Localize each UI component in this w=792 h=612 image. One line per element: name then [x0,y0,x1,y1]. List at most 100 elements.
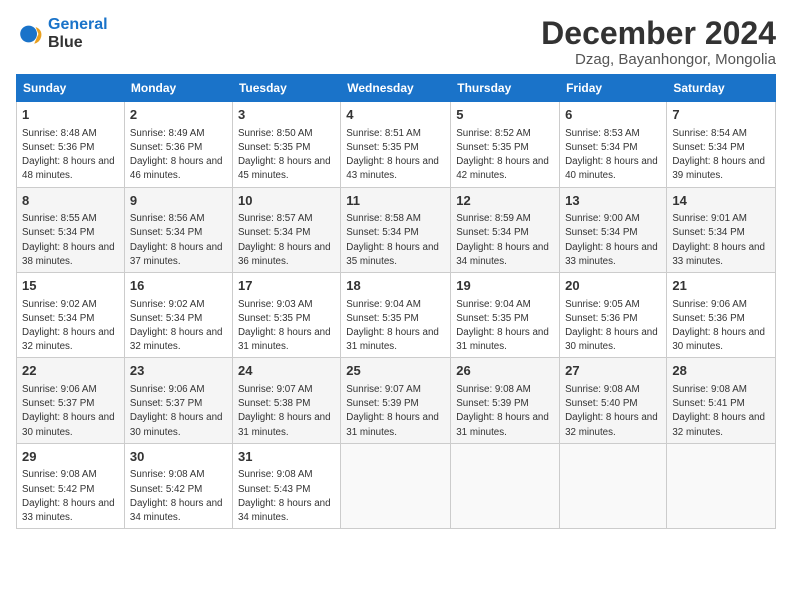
calendar-cell-w5-d4 [451,443,560,528]
header: General Blue December 2024 Dzag, Bayanho… [16,16,776,68]
calendar-cell-w2-d0: 8 Sunrise: 8:55 AMSunset: 5:34 PMDayligh… [17,187,125,272]
day-detail: Sunrise: 9:03 AMSunset: 5:35 PMDaylight:… [238,299,331,353]
day-number: 31 [238,448,335,466]
day-number: 13 [565,192,661,210]
day-number: 7 [672,106,770,124]
day-number: 8 [22,192,119,210]
logo: General Blue [16,16,108,51]
day-detail: Sunrise: 9:07 AMSunset: 5:39 PMDaylight:… [346,384,439,438]
header-wednesday: Wednesday [341,75,451,102]
day-number: 9 [130,192,227,210]
logo-icon [16,20,44,48]
calendar-week-2: 8 Sunrise: 8:55 AMSunset: 5:34 PMDayligh… [17,187,776,272]
day-number: 21 [672,277,770,295]
day-detail: Sunrise: 9:08 AMSunset: 5:41 PMDaylight:… [672,384,765,438]
day-detail: Sunrise: 9:02 AMSunset: 5:34 PMDaylight:… [130,299,223,353]
calendar-cell-w3-d3: 18 Sunrise: 9:04 AMSunset: 5:35 PMDaylig… [341,273,451,358]
day-detail: Sunrise: 9:04 AMSunset: 5:35 PMDaylight:… [456,299,549,353]
calendar-cell-w4-d0: 22 Sunrise: 9:06 AMSunset: 5:37 PMDaylig… [17,358,125,443]
calendar-cell-w2-d6: 14 Sunrise: 9:01 AMSunset: 5:34 PMDaylig… [667,187,776,272]
day-number: 26 [456,362,554,380]
day-number: 5 [456,106,554,124]
calendar-cell-w1-d1: 2 Sunrise: 8:49 AMSunset: 5:36 PMDayligh… [124,102,232,187]
calendar-cell-w5-d5 [560,443,667,528]
day-detail: Sunrise: 9:00 AMSunset: 5:34 PMDaylight:… [565,213,658,267]
day-detail: Sunrise: 8:59 AMSunset: 5:34 PMDaylight:… [456,213,549,267]
calendar-cell-w1-d2: 3 Sunrise: 8:50 AMSunset: 5:35 PMDayligh… [232,102,340,187]
calendar-week-3: 15 Sunrise: 9:02 AMSunset: 5:34 PMDaylig… [17,273,776,358]
day-detail: Sunrise: 8:53 AMSunset: 5:34 PMDaylight:… [565,128,658,182]
day-detail: Sunrise: 8:48 AMSunset: 5:36 PMDaylight:… [22,128,115,182]
calendar-cell-w3-d0: 15 Sunrise: 9:02 AMSunset: 5:34 PMDaylig… [17,273,125,358]
calendar-cell-w1-d6: 7 Sunrise: 8:54 AMSunset: 5:34 PMDayligh… [667,102,776,187]
calendar-cell-w5-d2: 31 Sunrise: 9:08 AMSunset: 5:43 PMDaylig… [232,443,340,528]
calendar-cell-w3-d6: 21 Sunrise: 9:06 AMSunset: 5:36 PMDaylig… [667,273,776,358]
day-detail: Sunrise: 9:01 AMSunset: 5:34 PMDaylight:… [672,213,765,267]
title-block: December 2024 Dzag, Bayanhongor, Mongoli… [541,16,776,68]
day-number: 29 [22,448,119,466]
calendar-header-row: Sunday Monday Tuesday Wednesday Thursday… [17,75,776,102]
calendar-cell-w2-d4: 12 Sunrise: 8:59 AMSunset: 5:34 PMDaylig… [451,187,560,272]
calendar-cell-w3-d5: 20 Sunrise: 9:05 AMSunset: 5:36 PMDaylig… [560,273,667,358]
calendar-cell-w5-d3 [341,443,451,528]
calendar-cell-w1-d0: 1 Sunrise: 8:48 AMSunset: 5:36 PMDayligh… [17,102,125,187]
day-detail: Sunrise: 9:07 AMSunset: 5:38 PMDaylight:… [238,384,331,438]
calendar-week-5: 29 Sunrise: 9:08 AMSunset: 5:42 PMDaylig… [17,443,776,528]
day-number: 25 [346,362,445,380]
calendar-cell-w4-d2: 24 Sunrise: 9:07 AMSunset: 5:38 PMDaylig… [232,358,340,443]
day-detail: Sunrise: 8:49 AMSunset: 5:36 PMDaylight:… [130,128,223,182]
day-number: 20 [565,277,661,295]
day-number: 17 [238,277,335,295]
day-detail: Sunrise: 9:08 AMSunset: 5:39 PMDaylight:… [456,384,549,438]
day-detail: Sunrise: 8:51 AMSunset: 5:35 PMDaylight:… [346,128,439,182]
header-thursday: Thursday [451,75,560,102]
calendar-cell-w3-d2: 17 Sunrise: 9:03 AMSunset: 5:35 PMDaylig… [232,273,340,358]
day-number: 28 [672,362,770,380]
logo-text: General Blue [48,16,108,51]
day-number: 15 [22,277,119,295]
header-monday: Monday [124,75,232,102]
calendar-cell-w2-d2: 10 Sunrise: 8:57 AMSunset: 5:34 PMDaylig… [232,187,340,272]
header-tuesday: Tuesday [232,75,340,102]
calendar-cell-w4-d3: 25 Sunrise: 9:07 AMSunset: 5:39 PMDaylig… [341,358,451,443]
calendar-week-4: 22 Sunrise: 9:06 AMSunset: 5:37 PMDaylig… [17,358,776,443]
day-number: 11 [346,192,445,210]
day-number: 22 [22,362,119,380]
day-number: 16 [130,277,227,295]
day-detail: Sunrise: 9:06 AMSunset: 5:37 PMDaylight:… [130,384,223,438]
page-container: General Blue December 2024 Dzag, Bayanho… [0,0,792,537]
day-number: 4 [346,106,445,124]
day-detail: Sunrise: 9:05 AMSunset: 5:36 PMDaylight:… [565,299,658,353]
subtitle: Dzag, Bayanhongor, Mongolia [541,51,776,68]
calendar-cell-w4-d6: 28 Sunrise: 9:08 AMSunset: 5:41 PMDaylig… [667,358,776,443]
day-detail: Sunrise: 9:08 AMSunset: 5:42 PMDaylight:… [22,469,115,523]
day-detail: Sunrise: 9:02 AMSunset: 5:34 PMDaylight:… [22,299,115,353]
calendar-cell-w5-d0: 29 Sunrise: 9:08 AMSunset: 5:42 PMDaylig… [17,443,125,528]
header-sunday: Sunday [17,75,125,102]
calendar-cell-w4-d5: 27 Sunrise: 9:08 AMSunset: 5:40 PMDaylig… [560,358,667,443]
calendar-cell-w3-d4: 19 Sunrise: 9:04 AMSunset: 5:35 PMDaylig… [451,273,560,358]
day-number: 6 [565,106,661,124]
calendar-cell-w2-d1: 9 Sunrise: 8:56 AMSunset: 5:34 PMDayligh… [124,187,232,272]
calendar-cell-w1-d4: 5 Sunrise: 8:52 AMSunset: 5:35 PMDayligh… [451,102,560,187]
day-detail: Sunrise: 9:08 AMSunset: 5:40 PMDaylight:… [565,384,658,438]
day-detail: Sunrise: 9:06 AMSunset: 5:36 PMDaylight:… [672,299,765,353]
day-number: 3 [238,106,335,124]
calendar-cell-w1-d5: 6 Sunrise: 8:53 AMSunset: 5:34 PMDayligh… [560,102,667,187]
main-title: December 2024 [541,16,776,51]
day-number: 19 [456,277,554,295]
day-detail: Sunrise: 8:50 AMSunset: 5:35 PMDaylight:… [238,128,331,182]
calendar-cell-w2-d3: 11 Sunrise: 8:58 AMSunset: 5:34 PMDaylig… [341,187,451,272]
calendar-cell-w1-d3: 4 Sunrise: 8:51 AMSunset: 5:35 PMDayligh… [341,102,451,187]
calendar-cell-w5-d1: 30 Sunrise: 9:08 AMSunset: 5:42 PMDaylig… [124,443,232,528]
day-detail: Sunrise: 8:57 AMSunset: 5:34 PMDaylight:… [238,213,331,267]
day-detail: Sunrise: 9:06 AMSunset: 5:37 PMDaylight:… [22,384,115,438]
header-saturday: Saturday [667,75,776,102]
day-detail: Sunrise: 9:04 AMSunset: 5:35 PMDaylight:… [346,299,439,353]
calendar-table: Sunday Monday Tuesday Wednesday Thursday… [16,74,776,529]
calendar-cell-w3-d1: 16 Sunrise: 9:02 AMSunset: 5:34 PMDaylig… [124,273,232,358]
day-number: 10 [238,192,335,210]
day-detail: Sunrise: 8:52 AMSunset: 5:35 PMDaylight:… [456,128,549,182]
calendar-cell-w4-d1: 23 Sunrise: 9:06 AMSunset: 5:37 PMDaylig… [124,358,232,443]
calendar-cell-w4-d4: 26 Sunrise: 9:08 AMSunset: 5:39 PMDaylig… [451,358,560,443]
